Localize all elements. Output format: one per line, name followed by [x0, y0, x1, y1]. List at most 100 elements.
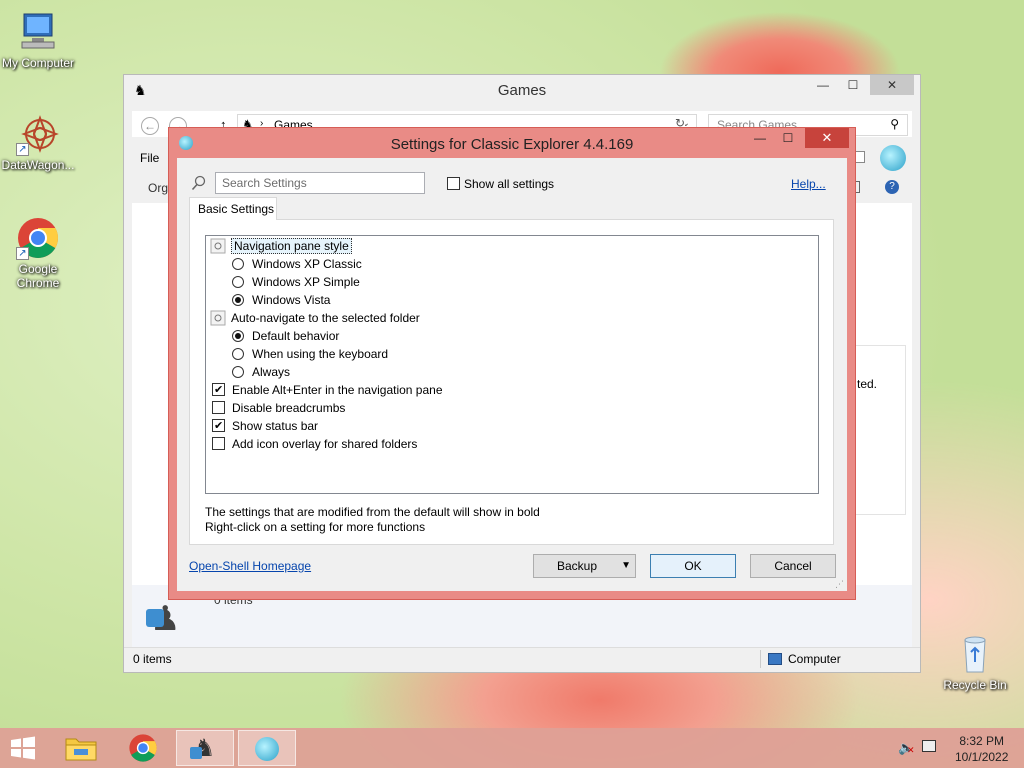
status-separator [760, 650, 761, 668]
note-line-2: Right-click on a setting for more functi… [205, 520, 426, 534]
desktop-icon-label: Google Chrome [16, 262, 60, 290]
tree-label: Windows XP Classic [252, 257, 362, 271]
checkbox[interactable] [212, 418, 225, 434]
chrome-icon: ↗ [16, 216, 60, 260]
network-icon[interactable] [922, 740, 936, 752]
computer-icon [16, 10, 60, 54]
tree-label: Windows Vista [252, 293, 331, 307]
taskbar-file-explorer[interactable] [52, 730, 110, 766]
tree-group-navigation-pane-style[interactable]: Navigation pane style [210, 238, 352, 256]
search-icon[interactable]: ⚲ [890, 117, 899, 131]
taskbar-classic-explorer-settings[interactable] [238, 730, 296, 766]
check-disable-breadcrumbs[interactable]: Disable breadcrumbs [212, 400, 345, 418]
desktop-icon-datawagon[interactable]: ↗ DataWagon... [0, 112, 78, 172]
search-settings-input[interactable] [216, 173, 424, 193]
open-shell-homepage-link[interactable]: Open-Shell Homepage [189, 559, 311, 573]
file-menu[interactable]: File [140, 151, 159, 165]
checkbox[interactable] [212, 437, 225, 450]
window-title: Games [497, 82, 547, 99]
shortcut-arrow-icon: ↗ [16, 143, 29, 156]
tree-label: Enable Alt+Enter in the navigation pane [232, 383, 443, 397]
mute-x-icon: ✕ [907, 745, 915, 755]
dialog-titlebar[interactable]: Settings for Classic Explorer 4.4.169 — … [169, 128, 855, 158]
dropdown-arrow-icon[interactable]: ▼ [621, 555, 631, 577]
tree-label: Disable breadcrumbs [232, 401, 346, 415]
resize-grip-icon[interactable]: ⋰ [835, 579, 845, 589]
clock-time: 8:32 PM [959, 734, 1005, 748]
explorer-titlebar[interactable]: ♞ Games — ☐ ✕ [124, 75, 920, 105]
checkbox[interactable] [212, 401, 225, 414]
cancel-button[interactable]: Cancel [750, 554, 836, 578]
radio-windows-xp-simple[interactable]: Windows XP Simple [232, 274, 360, 292]
dialog-minimize-button[interactable]: — [747, 129, 773, 147]
check-enable-alt-enter[interactable]: Enable Alt+Enter in the navigation pane [212, 382, 443, 400]
tree-label: Auto-navigate to the selected folder [231, 311, 420, 325]
radio-always[interactable]: Always [232, 364, 290, 382]
ok-button[interactable]: OK [650, 554, 736, 578]
backup-label: Backup [556, 559, 598, 573]
settings-group-icon [210, 238, 226, 254]
maximize-button[interactable]: ☐ [838, 75, 868, 95]
puzzle-icon [146, 609, 164, 627]
clock-date: 10/1/2022 [955, 750, 1009, 764]
back-arrow-icon[interactable]: ← [141, 117, 159, 135]
classic-shell-icon[interactable] [880, 145, 906, 171]
status-bar: 0 items Computer [124, 647, 920, 671]
radio-button[interactable] [232, 276, 244, 288]
status-location: Computer [788, 652, 841, 666]
status-item-count: 0 items [133, 652, 172, 666]
taskbar: ♞ 🔈 ✕ 8:32 PM 10/1/2022 [0, 728, 1024, 768]
check-show-status-bar[interactable]: Show status bar [212, 418, 318, 436]
search-settings-field[interactable] [215, 172, 425, 194]
radio-default-behavior[interactable]: Default behavior [232, 328, 339, 346]
recycle-bin-icon [953, 632, 997, 676]
show-all-checkbox-box[interactable] [447, 177, 460, 190]
radio-button[interactable] [232, 294, 244, 306]
desktop-icon-label: Recycle Bin [943, 678, 1007, 692]
desktop-icon-recycle-bin[interactable]: Recycle Bin [935, 632, 1015, 692]
magnifier-icon [191, 175, 206, 191]
note-line-1: The settings that are modified from the … [205, 505, 540, 519]
taskbar-chrome[interactable] [114, 730, 172, 766]
tree-label: Always [252, 365, 291, 379]
dialog-body: Show all settings Help... Basic Settings… [177, 158, 847, 591]
info-panel-border [856, 345, 906, 515]
clock[interactable]: 8:32 PM 10/1/2022 [955, 733, 1008, 765]
show-all-label: Show all settings [464, 177, 555, 191]
computer-small-icon [768, 653, 782, 665]
settings-tree[interactable]: Navigation pane style Windows XP Classic… [205, 235, 819, 494]
shortcut-arrow-icon: ↗ [16, 247, 29, 260]
help-icon[interactable]: ? [885, 180, 899, 194]
minimize-button[interactable]: — [808, 75, 838, 95]
show-all-settings-checkbox[interactable]: Show all settings [447, 177, 554, 191]
puzzle-icon [190, 747, 202, 759]
radio-windows-vista[interactable]: Windows Vista [232, 292, 330, 310]
desktop-icon-my-computer[interactable]: My Computer [0, 10, 78, 70]
basic-settings-panel: Navigation pane style Windows XP Classic… [189, 219, 834, 545]
radio-button[interactable] [232, 330, 244, 342]
radio-when-using-keyboard[interactable]: When using the keyboard [232, 346, 388, 364]
settings-group-icon [210, 310, 226, 326]
tree-label: When using the keyboard [252, 347, 389, 361]
close-button[interactable]: ✕ [870, 75, 914, 95]
radio-windows-xp-classic[interactable]: Windows XP Classic [232, 256, 362, 274]
dialog-maximize-button[interactable]: ☐ [775, 129, 801, 147]
tree-label: Default behavior [252, 329, 340, 343]
desktop-icon-google-chrome[interactable]: ↗ Google Chrome [0, 216, 78, 290]
backup-button[interactable]: Backup ▼ [533, 554, 636, 578]
tab-basic-settings[interactable]: Basic Settings [189, 197, 277, 220]
checkbox[interactable] [212, 382, 225, 398]
taskbar-games[interactable]: ♞ [176, 730, 234, 766]
settings-dialog: Settings for Classic Explorer 4.4.169 — … [168, 127, 856, 600]
tree-group-auto-navigate[interactable]: Auto-navigate to the selected folder [210, 310, 420, 328]
radio-button[interactable] [232, 366, 244, 378]
dialog-close-button[interactable]: ✕ [805, 128, 849, 148]
radio-button[interactable] [232, 258, 244, 270]
check-add-icon-overlay[interactable]: Add icon overlay for shared folders [212, 436, 417, 454]
organize-menu[interactable]: Org [148, 181, 168, 195]
desktop-icon-label: My Computer [1, 56, 75, 70]
help-link[interactable]: Help... [791, 177, 826, 191]
settings-note: The settings that are modified from the … [205, 505, 540, 535]
radio-button[interactable] [232, 348, 244, 360]
windows-start-icon[interactable] [8, 736, 38, 760]
